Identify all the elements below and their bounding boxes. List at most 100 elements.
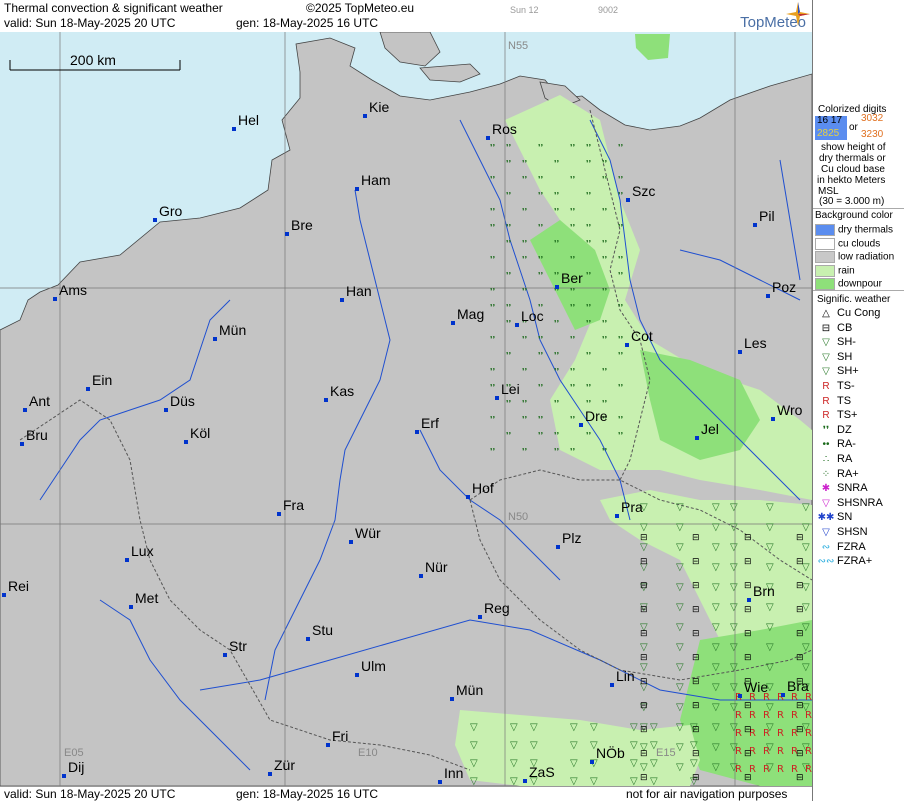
city-label: Pra <box>621 499 643 515</box>
city-dot <box>555 285 559 289</box>
shower-icon: ▽ <box>650 722 658 733</box>
drizzle-icon: ❜❜ <box>506 399 511 408</box>
shower-icon: ▽ <box>730 542 738 553</box>
shower-icon: ▽ <box>676 762 684 773</box>
shower-icon: ▽ <box>712 502 720 513</box>
cb-icon: ⊟ <box>640 605 648 615</box>
drizzle-icon: ❜❜ <box>602 287 607 296</box>
shower-icon: ▽ <box>712 702 720 713</box>
city-label: Ros <box>492 121 517 137</box>
city-dot <box>324 398 328 402</box>
shower-icon: ▽ <box>712 522 720 533</box>
drizzle-icon: ❜❜ <box>506 223 511 232</box>
city-label: Düs <box>170 393 195 409</box>
city-label: Stu <box>312 622 333 638</box>
shower-icon: ▽ <box>676 542 684 553</box>
city-dot <box>738 350 742 354</box>
cb-icon: ⊟ <box>640 557 648 567</box>
cb-icon: ⊟ <box>744 629 752 639</box>
weather-map[interactable]: N55 N50 E05 E10 E15 200 km ❜❜ ❜❜ ❜❜ ❜❜ ❜❜ ❜❜ ❜… <box>0 32 812 786</box>
thunderstorm-icon: R <box>763 746 770 757</box>
freezing-rain-icon: ∾ <box>821 541 831 553</box>
legend-bg-title: Background color <box>815 210 893 221</box>
drizzle-icon: ❜❜ <box>522 447 527 456</box>
city-dot <box>363 114 367 118</box>
shower-icon: ▽ <box>676 602 684 613</box>
shower-icon: ▽ <box>676 742 684 753</box>
drizzle-icon: ❜❜ <box>490 175 495 184</box>
cb-icon: ⊟ <box>744 533 752 543</box>
drizzle-icon: ❜❜ <box>602 175 607 184</box>
header-tag-code: 9002 <box>598 5 619 15</box>
shower-icon: ▽ <box>676 702 684 713</box>
shower-icon: ▽ <box>712 662 720 673</box>
legend-bg-label: cu clouds <box>838 238 881 250</box>
drizzle-icon: ❜❜ <box>586 159 591 168</box>
city-label: Erf <box>421 415 439 431</box>
legend-wx-item: ✱✱ SN <box>815 511 853 525</box>
shower-icon: ▽ <box>802 542 810 553</box>
cb-icon: ⊟ <box>640 773 648 783</box>
legend-desc-line: dry thermals or <box>819 153 886 164</box>
city-dot <box>781 693 785 697</box>
city-dot <box>695 436 699 440</box>
drizzle-icon: ❜❜ <box>538 191 543 200</box>
city-label: Plz <box>562 530 581 546</box>
legend-wx-label: SHSNRA <box>837 496 883 509</box>
drizzle-icon: ❜❜ <box>554 271 559 280</box>
city-dot <box>184 440 188 444</box>
coord-label: E15 <box>656 747 676 759</box>
legend-digit: 17 <box>830 115 843 126</box>
legend-panel: Colorized digits 16 17 2825 3032 or 3230… <box>812 0 904 801</box>
drizzle-icon: ❜❜ <box>554 207 559 216</box>
thunderstorm-icon: R <box>805 710 812 721</box>
drizzle-icon: ❜❜ <box>554 239 559 248</box>
city-dot <box>164 408 168 412</box>
cb-icon: ⊟ <box>692 677 700 687</box>
shower-icon: ▽ <box>802 502 810 513</box>
shower-icon: ▽ <box>730 622 738 633</box>
shower-icon: ▽ <box>802 522 810 533</box>
legend-bg-item: downpour <box>815 278 882 290</box>
city-label: Brn <box>753 583 775 599</box>
city-label: Bra <box>787 678 809 694</box>
city-label: Ber <box>561 270 583 286</box>
city-label: Wie <box>744 679 768 695</box>
cb-icon: ⊟ <box>796 605 804 615</box>
legend-wx-label: RA+ <box>837 467 859 480</box>
cb-icon: ⊟ <box>796 653 804 663</box>
city-dot <box>277 512 281 516</box>
drizzle-icon: ❜❜ <box>506 239 511 248</box>
legend-bg-swatch <box>815 251 835 263</box>
city-dot <box>62 774 66 778</box>
shower-icon: ▽ <box>676 642 684 653</box>
city-dot <box>747 598 751 602</box>
city-dot <box>415 430 419 434</box>
city-label: Zür <box>274 757 295 773</box>
drizzle-icon: ❜❜ <box>490 143 495 152</box>
city-dot <box>213 337 217 341</box>
cb-icon: ⊟ <box>744 749 752 759</box>
drizzle-icon: ❜❜ <box>490 287 495 296</box>
drizzle-icon: ❜❜ <box>490 415 495 424</box>
drizzle-icon: ❜❜ <box>602 367 607 376</box>
shower-icon: ▽ <box>766 662 774 673</box>
shower-icon: ▽ <box>712 602 720 613</box>
city-label: Pil <box>759 208 775 224</box>
legend-bg-swatch <box>815 264 835 277</box>
legend-wx-label: SNRA <box>837 482 868 495</box>
shower-icon: ▽ <box>730 602 738 613</box>
cb-icon: ⊟ <box>796 533 804 543</box>
thunderstorm-icon: R <box>805 746 812 757</box>
rain-light-icon: •• <box>822 439 830 451</box>
city-label: Nür <box>425 559 448 575</box>
cb-icon: ⊟ <box>744 581 752 591</box>
shower-icon: ▽ <box>766 622 774 633</box>
drizzle-icon: ❜❜ <box>538 143 543 152</box>
drizzle-icon: ❜❜ <box>586 191 591 200</box>
cb-icon: ⊟ <box>692 605 700 615</box>
drizzle-icon: ❜❜ <box>490 303 495 312</box>
shower-icon: ▽ <box>640 522 648 533</box>
legend-desc-line: in hekto Meters <box>817 175 886 186</box>
shower-icon: ▽ <box>676 662 684 673</box>
